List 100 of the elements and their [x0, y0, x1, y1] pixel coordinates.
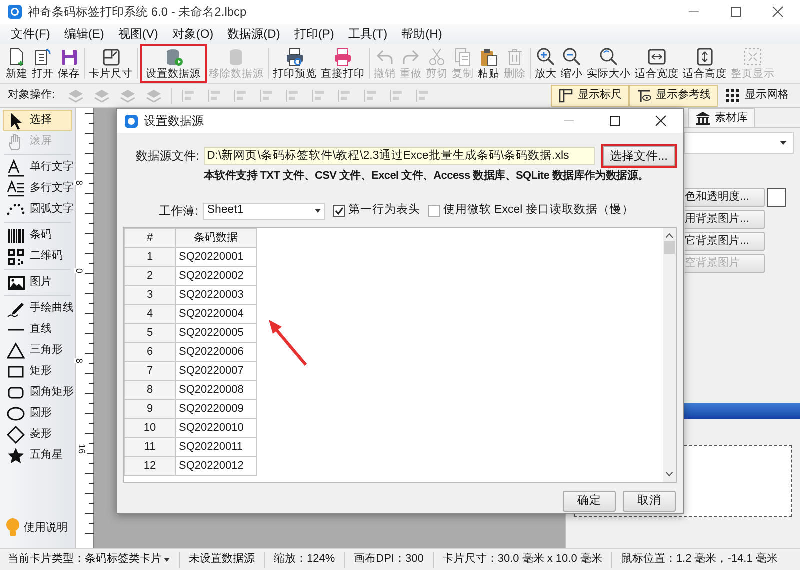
table-cell: SQ20220004	[176, 304, 256, 324]
row-number: 3	[124, 286, 176, 304]
toolbar-button[interactable]: 缩小	[559, 44, 585, 83]
text-lines-icon	[7, 180, 25, 198]
layers-icon[interactable]	[119, 88, 138, 104]
ruler-label: 8	[74, 358, 84, 364]
tool-item[interactable]: 直线	[3, 319, 72, 340]
scrollbar[interactable]	[663, 228, 676, 482]
lightbulb-icon	[6, 518, 20, 538]
image-icon	[7, 274, 25, 292]
toolbar-label: 对象操作:	[8, 88, 56, 104]
tool-item[interactable]: 图片	[3, 272, 72, 293]
tool-item[interactable]: 矩形	[3, 361, 72, 382]
toolbar-button[interactable]: 实际大小	[585, 44, 633, 83]
table-cell: SQ20220012	[176, 456, 256, 476]
layers-icon[interactable]	[145, 88, 164, 104]
menu-item[interactable]: 工具(T)	[341, 24, 395, 44]
column-header[interactable]: 条码数据	[176, 228, 256, 248]
tool-item[interactable]: 五角星	[3, 445, 72, 466]
toolbar-button[interactable]: 放大	[533, 44, 559, 83]
status-text: 画布DPI：300	[353, 552, 425, 568]
toolbar-button[interactable]: 新建	[4, 44, 30, 83]
row-number: 7	[124, 362, 176, 380]
document-icon	[33, 46, 53, 66]
status-text: 缩放：124%	[273, 552, 336, 568]
triangle-icon	[7, 342, 25, 360]
zoom-in-icon	[536, 46, 556, 66]
guide-line-icon	[636, 88, 652, 104]
caret-icon	[164, 558, 170, 562]
toolbar-button[interactable]: 打印预览	[271, 44, 319, 83]
toggle-button[interactable]: 显示网格	[718, 84, 796, 106]
toolbar-button[interactable]: 保存	[56, 44, 82, 83]
tool-item[interactable]: 圆角矩形	[3, 382, 72, 403]
magnifier-icon	[599, 46, 619, 66]
tool-item[interactable]: 单行文字	[3, 157, 72, 178]
dialog-button[interactable]: 取消	[623, 491, 676, 512]
field-label: 数据源文件:	[136, 148, 198, 165]
menu-item[interactable]: 视图(V)	[111, 24, 166, 44]
panel-tab[interactable]: 素材库	[688, 108, 755, 127]
tool-item[interactable]: 二维码	[3, 246, 72, 267]
toolbar-button[interactable]: 打开	[30, 44, 56, 83]
help-link[interactable]: 使用说明	[24, 520, 68, 536]
scissors-icon	[427, 46, 447, 66]
resize-icon	[101, 46, 121, 66]
checkbox[interactable]	[428, 205, 440, 217]
caret-icon	[315, 209, 322, 213]
text-underline-icon	[7, 158, 25, 176]
panel-button[interactable]: 色和透明度...	[685, 188, 765, 207]
layers-icon[interactable]	[93, 88, 112, 104]
close-icon[interactable]	[655, 115, 667, 127]
choose-file-button[interactable]: 选择文件...	[600, 144, 677, 168]
panel-button[interactable]: 用背景图片...	[685, 210, 765, 229]
table-cell: SQ20220001	[176, 248, 256, 266]
tool-item[interactable]: 圆弧文字	[3, 199, 72, 220]
toolbar-button[interactable]: 卡片尺寸	[87, 44, 135, 83]
card-type-dropdown[interactable]: 当前卡片类型：条码标签类卡片	[4, 551, 174, 568]
annotation-arrow	[266, 318, 310, 368]
checkbox[interactable]	[333, 205, 346, 217]
tool-item[interactable]: 选择	[3, 110, 72, 131]
scroll-down-icon[interactable]	[666, 472, 673, 477]
tool-item[interactable]: 菱形	[3, 424, 72, 445]
ellipse-icon	[7, 404, 25, 422]
menu-item[interactable]: 打印(P)	[287, 24, 342, 44]
tool-item[interactable]: 三角形	[3, 340, 72, 361]
close-icon[interactable]	[772, 6, 784, 18]
maximize-icon[interactable]	[609, 115, 621, 127]
scroll-thumb[interactable]	[664, 241, 675, 254]
table-cell: SQ20220006	[176, 342, 256, 362]
menu-item[interactable]: 帮助(H)	[394, 24, 450, 44]
file-path-field[interactable]: D:\新网页\条码标签软件\教程\2.3通过Exce批量生成条码\条码数据.xls	[204, 147, 595, 165]
column-header[interactable]: #	[124, 228, 176, 248]
maximize-icon[interactable]	[730, 6, 742, 18]
tool-item[interactable]: 条码	[3, 225, 72, 246]
layers-icon[interactable]	[67, 88, 86, 104]
tool-item[interactable]: 手绘曲线	[3, 298, 72, 319]
toolbar-button[interactable]: 适合高度	[681, 44, 729, 83]
trash-icon	[505, 46, 525, 66]
menu-item[interactable]: 数据源(D)	[220, 24, 288, 44]
checkbox-label[interactable]: 第一行为表头	[348, 202, 420, 220]
workbook-dropdown[interactable]: Sheet1	[203, 202, 326, 220]
panel-button[interactable]: 它背景图片...	[685, 232, 765, 251]
table-cell: SQ20220002	[176, 266, 256, 286]
row-number: 2	[124, 266, 176, 286]
tool-item[interactable]: 多行文字	[3, 178, 72, 199]
menu-item[interactable]: 文件(F)	[4, 24, 58, 44]
toolbar-button[interactable]: 适合宽度	[633, 44, 681, 83]
menu-item[interactable]: 对象(O)	[165, 24, 221, 44]
tool-item[interactable]: 圆形	[3, 403, 72, 424]
color-swatch[interactable]	[767, 188, 786, 207]
dialog-button[interactable]: 确定	[563, 491, 616, 512]
checkbox-label[interactable]: 使用微软 Excel 接口读取数据（慢）	[443, 202, 634, 220]
toggle-button[interactable]: 显示参考线	[629, 84, 718, 106]
dropdown[interactable]	[684, 132, 794, 154]
toolbar-button[interactable]: 直接打印	[319, 44, 367, 83]
toolbar-button[interactable]: 设置数据源	[140, 44, 207, 83]
toolbar-button[interactable]: 粘贴	[476, 44, 502, 83]
toggle-button[interactable]: 显示标尺	[551, 84, 629, 106]
ruler-label: 0	[74, 268, 84, 274]
scroll-up-icon[interactable]	[666, 233, 673, 238]
menu-item[interactable]: 编辑(E)	[57, 24, 112, 44]
